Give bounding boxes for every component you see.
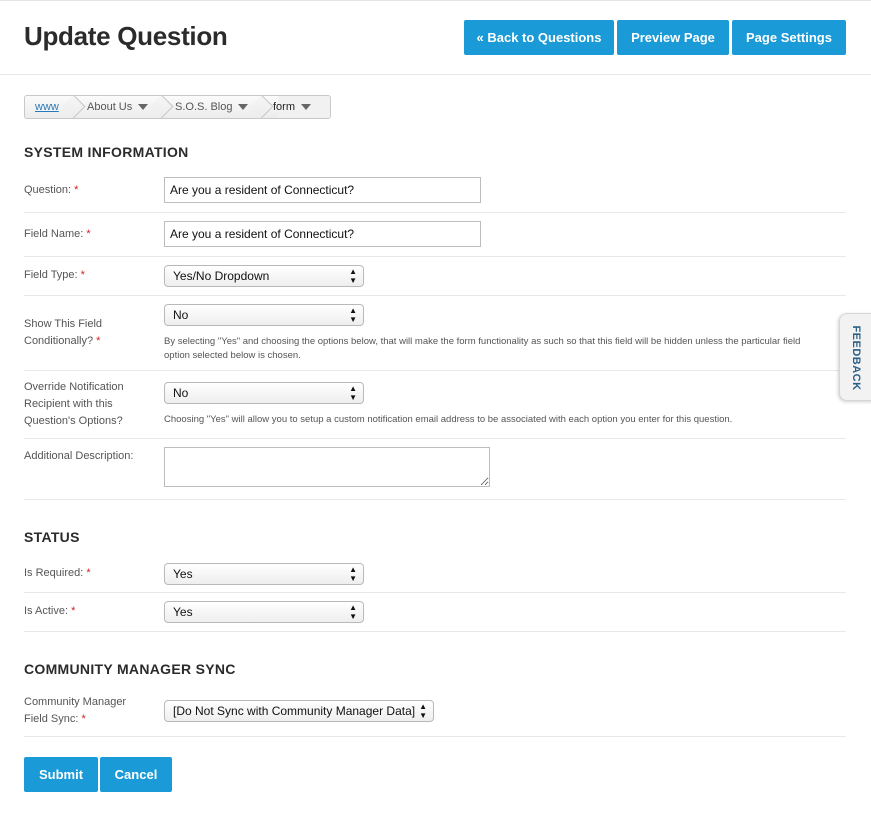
required-marker: * [74, 184, 79, 196]
row-divider [24, 212, 846, 213]
is-required-label: Is Required: * [24, 567, 91, 579]
required-marker: * [96, 335, 101, 347]
feedback-tab[interactable]: FEEDBACK [839, 313, 871, 401]
caret-down-icon [238, 104, 249, 111]
select-arrows-icon: ▲ ▼ [349, 384, 357, 402]
row-divider [24, 736, 846, 737]
show-conditionally-select[interactable]: No ▲ ▼ [164, 304, 364, 326]
required-marker: * [71, 605, 76, 617]
override-notification-select[interactable]: No ▲ ▼ [164, 382, 364, 404]
breadcrumb: www About Us S.O.S. Blog form [24, 95, 331, 119]
required-marker: * [80, 269, 85, 281]
section-title-system-information: SYSTEM INFORMATION [24, 144, 189, 160]
select-arrows-icon: ▲ ▼ [349, 603, 357, 621]
back-to-questions-button[interactable]: « Back to Questions [464, 20, 614, 55]
cancel-button[interactable]: Cancel [100, 757, 172, 792]
row-divider [24, 631, 846, 632]
breadcrumb-item-form[interactable]: form [273, 96, 311, 118]
field-name-label: Field Name: * [24, 228, 91, 240]
breadcrumb-separator [61, 96, 86, 118]
override-notification-help: Choosing "Yes" will allow you to setup a… [164, 414, 733, 425]
select-arrows-icon: ▲ ▼ [419, 702, 427, 720]
show-conditionally-label: Show This Field Conditionally? * [24, 318, 103, 347]
breadcrumb-item-sos-blog[interactable]: S.O.S. Blog [175, 96, 249, 118]
row-divider [24, 499, 846, 500]
caret-down-icon [301, 104, 311, 111]
preview-page-button[interactable]: Preview Page [617, 20, 729, 55]
section-title-status: STATUS [24, 529, 80, 545]
submit-button[interactable]: Submit [24, 757, 98, 792]
community-sync-select[interactable]: [Do Not Sync with Community Manager Data… [164, 700, 434, 722]
breadcrumb-separator [149, 96, 174, 118]
select-arrows-icon: ▲ ▼ [349, 267, 357, 285]
breadcrumb-home-link[interactable]: www [35, 96, 59, 118]
row-divider [24, 438, 846, 439]
select-arrows-icon: ▲ ▼ [349, 306, 357, 324]
page-title: Update Question [24, 21, 228, 51]
feedback-label: FEEDBACK [850, 325, 862, 391]
required-marker: * [86, 228, 91, 240]
community-sync-label: Community Manager Field Sync: * [24, 696, 127, 725]
is-active-select[interactable]: Yes ▲ ▼ [164, 601, 364, 623]
question-input[interactable] [164, 177, 481, 203]
field-name-input[interactable] [164, 221, 481, 247]
breadcrumb-separator [249, 96, 274, 118]
page-header: Update Question « Back to Questions Prev… [0, 0, 871, 75]
field-type-select[interactable]: Yes/No Dropdown ▲ ▼ [164, 265, 364, 287]
field-type-label: Field Type: * [24, 269, 85, 281]
required-marker: * [86, 567, 91, 579]
section-title-community-manager-sync: COMMUNITY MANAGER SYNC [24, 661, 236, 677]
page-settings-button[interactable]: Page Settings [732, 20, 846, 55]
is-required-select[interactable]: Yes ▲ ▼ [164, 563, 364, 585]
row-divider [24, 370, 846, 371]
caret-down-icon [138, 104, 149, 111]
show-conditionally-help: By selecting "Yes" and choosing the opti… [164, 336, 801, 361]
additional-description-textarea[interactable] [164, 447, 490, 487]
row-divider [24, 256, 846, 257]
required-marker: * [81, 713, 86, 725]
is-active-label: Is Active: * [24, 605, 76, 617]
question-label: Question: * [24, 184, 79, 196]
additional-description-label: Additional Description: [24, 450, 134, 462]
row-divider [24, 592, 846, 593]
row-divider [24, 295, 846, 296]
override-notification-label: Override Notification Recipient with this… [24, 381, 124, 427]
breadcrumb-item-about-us[interactable]: About Us [87, 96, 149, 118]
select-arrows-icon: ▲ ▼ [349, 565, 357, 583]
